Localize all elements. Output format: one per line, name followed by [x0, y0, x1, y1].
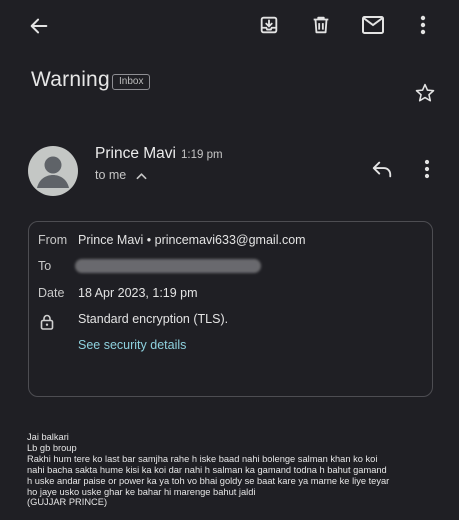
date-label: Date	[38, 286, 65, 300]
archive-icon[interactable]	[256, 12, 282, 38]
reply-icon[interactable]	[369, 156, 395, 182]
avatar[interactable]	[28, 146, 78, 196]
from-label: From	[38, 233, 68, 247]
sender-name[interactable]: Prince Mavi	[95, 145, 176, 163]
recipient-toggle[interactable]: to me	[95, 168, 147, 183]
to-label: To	[38, 259, 52, 273]
security-details-link[interactable]: See security details	[78, 338, 186, 352]
body-line: Lb gb broup	[27, 442, 77, 453]
body-line: (GUJJAR PRINCE)	[27, 497, 108, 508]
lock-icon	[38, 313, 56, 331]
date-value: 18 Apr 2023, 1:19 pm	[78, 286, 198, 300]
encryption-value: Standard encryption (TLS).	[78, 312, 229, 326]
inbox-label-chip[interactable]: Inbox	[112, 74, 151, 90]
mail-icon[interactable]	[359, 12, 387, 38]
from-value[interactable]: Prince Mavi • princemavi633@gmail.com	[78, 233, 306, 247]
sender-time: 1:19 pm	[181, 149, 223, 161]
body-line: h uske andar paise or power ka ya toh vo…	[27, 475, 390, 486]
body-line: Jai balkari	[27, 432, 69, 442]
body-line: ho jaye usko uske ghar ke bahar hi maren…	[27, 486, 256, 497]
message-more-icon[interactable]	[415, 156, 439, 182]
email-subject: Warning	[31, 68, 110, 91]
star-icon[interactable]	[412, 80, 438, 106]
message-body: Jai balkari Lb gb broup Rakhi hum tere k…	[27, 432, 452, 508]
trash-icon[interactable]	[308, 12, 334, 38]
email-view: Warning Inbox Prince Mavi 1:19 pm to me …	[0, 0, 459, 520]
redacted-recipient	[75, 259, 261, 273]
body-line: Rakhi hum tere ko last bar samjha rahe h…	[27, 453, 378, 464]
recipient-summary: to me	[95, 168, 127, 182]
chevron-up-icon	[136, 169, 147, 183]
body-line: nahi bacha sakta hume kisi ka koi dar na…	[27, 464, 387, 475]
more-vert-icon[interactable]	[411, 12, 435, 38]
back-arrow-icon[interactable]	[26, 13, 52, 39]
message-details-card	[28, 221, 433, 397]
